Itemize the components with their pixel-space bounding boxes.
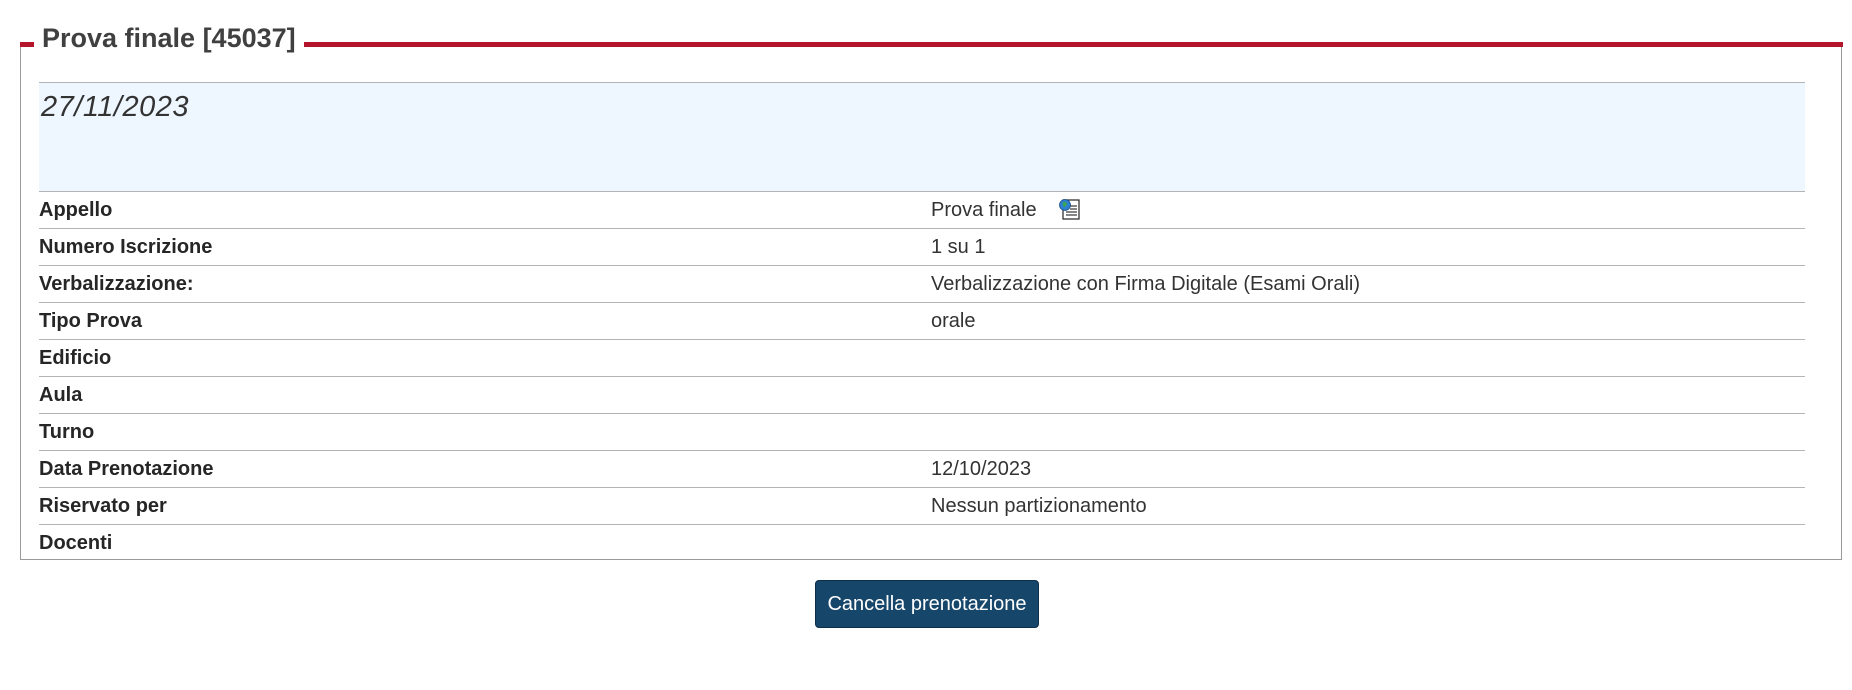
detail-label: Appello — [39, 199, 113, 221]
exam-date: 27/11/2023 — [41, 91, 189, 123]
exam-date-panel: 27/11/2023 — [39, 82, 1805, 192]
detail-row-numero-iscrizione: Numero Iscrizione 1 su 1 — [39, 229, 1805, 266]
detail-label: Docenti — [39, 532, 113, 554]
detail-label: Numero Iscrizione — [39, 236, 213, 258]
detail-row-aula: Aula — [39, 377, 1805, 414]
detail-row-tipo-prova: Tipo Prova orale — [39, 303, 1805, 340]
detail-label: Verbalizzazione: — [39, 273, 194, 295]
detail-label: Riservato per — [39, 495, 167, 517]
details-table: Appello Prova finale Numero Iscrizione 1… — [39, 192, 1805, 562]
detail-label: Data Prenotazione — [39, 458, 214, 480]
detail-value: 12/10/2023 — [931, 458, 1032, 480]
detail-row-verbalizzazione: Verbalizzazione: Verbalizzazione con Fir… — [39, 266, 1805, 303]
appello-value: Prova finale — [931, 199, 1037, 221]
section-title: Prova finale [45037] — [34, 18, 304, 58]
detail-value: 1 su 1 — [931, 236, 986, 258]
detail-row-data-prenotazione: Data Prenotazione 12/10/2023 — [39, 451, 1805, 488]
detail-value: Verbalizzazione con Firma Digitale (Esam… — [931, 273, 1361, 295]
detail-label: Turno — [39, 421, 95, 443]
detail-label: Tipo Prova — [39, 310, 142, 332]
detail-value: Prova finale — [931, 197, 1082, 222]
detail-label: Edificio — [39, 347, 112, 369]
cancel-booking-button[interactable]: Cancella prenotazione — [815, 580, 1039, 628]
document-globe-icon[interactable] — [1058, 197, 1082, 221]
detail-row-appello: Appello Prova finale — [39, 192, 1805, 229]
detail-value: Nessun partizionamento — [931, 495, 1147, 517]
detail-label: Aula — [39, 384, 83, 406]
detail-row-edificio: Edificio — [39, 340, 1805, 377]
detail-row-turno: Turno — [39, 414, 1805, 451]
detail-row-riservato-per: Riservato per Nessun partizionamento — [39, 488, 1805, 525]
detail-value: orale — [931, 310, 976, 332]
detail-row-docenti: Docenti — [39, 525, 1805, 562]
